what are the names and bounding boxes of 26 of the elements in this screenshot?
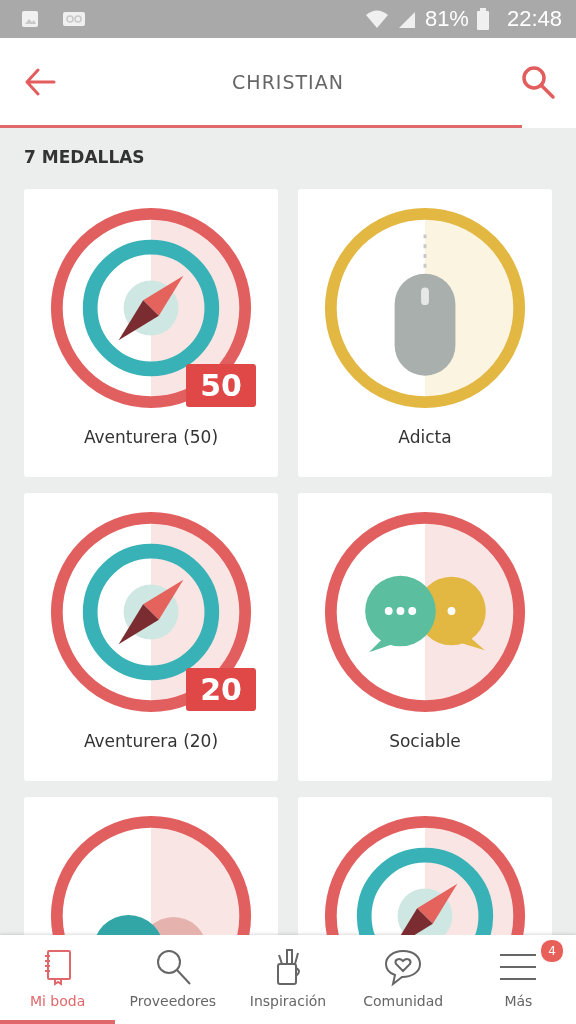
search-icon[interactable] [520, 63, 556, 100]
medal-card[interactable]: 20 Aventurera (20) [24, 493, 278, 781]
nav-tab[interactable]: Mi boda [0, 935, 116, 1024]
battery-icon [476, 8, 489, 30]
medal-name: Aventurera (20) [83, 731, 219, 751]
back-arrow-icon[interactable] [24, 67, 56, 96]
section-title: 7 MEDALLAS [24, 146, 146, 169]
medal-card[interactable]: Adicta [298, 189, 552, 477]
medal-name: Aventurera (50) [83, 427, 219, 447]
clock: 22:48 [506, 6, 562, 32]
page-title: CHRISTIAN [232, 70, 344, 93]
count-badge: 20 [186, 668, 256, 711]
gallery-icon [20, 9, 40, 29]
voicemail-icon [62, 11, 86, 27]
medal-name: Sociable [389, 731, 461, 751]
nav-tab[interactable]: Inspiración [230, 935, 346, 1024]
medal-name: Adicta [398, 427, 452, 447]
medal-card[interactable]: 50 Aventurera (50) [24, 189, 278, 477]
wifi-icon [364, 9, 389, 29]
count-badge: 50 [186, 364, 256, 407]
medal-card[interactable]: Sociable [298, 493, 552, 781]
nav-tab[interactable]: Comunidad [345, 935, 461, 1024]
battery-percent: 81% [424, 6, 469, 32]
nav-tab[interactable]: Más 4 [460, 935, 576, 1024]
notification-badge: 4 [540, 939, 564, 963]
nav-tab[interactable]: Proveedores [115, 935, 231, 1024]
